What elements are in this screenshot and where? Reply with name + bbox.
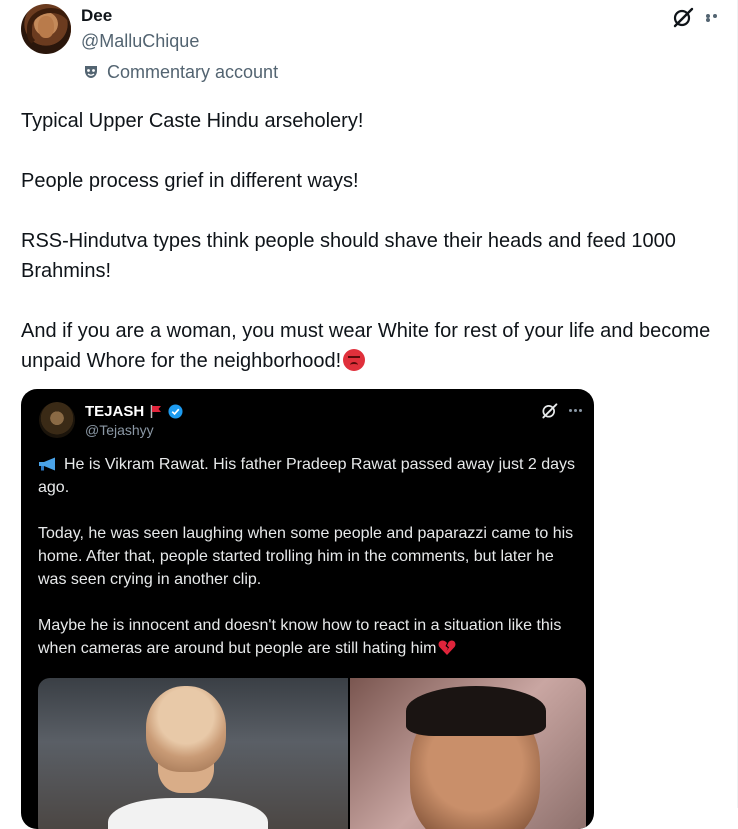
tweet-paragraph: People process grief in different ways! bbox=[21, 170, 359, 192]
mask-icon bbox=[85, 66, 97, 78]
embed-paragraph: Today, he was seen laughing when some pe… bbox=[38, 525, 574, 588]
account-label: Commentary account bbox=[83, 61, 278, 83]
red-flag-emoji bbox=[150, 405, 162, 418]
embed-more-icon bbox=[569, 409, 585, 413]
embed-grok-icon bbox=[542, 403, 558, 419]
embedded-tweet-image[interactable]: TEJASH @Tejashyy He is Vikram Rawat. His… bbox=[21, 389, 594, 829]
embed-paragraph: Maybe he is innocent and doesn't know ho… bbox=[38, 614, 578, 660]
embed-tweet-text: He is Vikram Rawat. His father Pradeep R… bbox=[38, 453, 578, 660]
verified-badge-icon bbox=[168, 404, 183, 419]
tweet-paragraph: RSS-Hindutva types think people should s… bbox=[21, 230, 676, 282]
grok-icon[interactable] bbox=[672, 6, 694, 28]
embed-author-row: TEJASH bbox=[85, 403, 183, 420]
author-handle[interactable]: @MalluChique bbox=[81, 31, 199, 52]
broken-heart-emoji bbox=[439, 640, 456, 655]
megaphone-emoji bbox=[39, 457, 55, 471]
embed-photo bbox=[38, 678, 586, 829]
photo-right-panel bbox=[350, 678, 586, 829]
tweet-paragraph: Typical Upper Caste Hindu arseholery! bbox=[21, 110, 364, 132]
embed-paragraph-text: Maybe he is innocent and doesn't know ho… bbox=[38, 617, 562, 657]
author-display-name[interactable]: Dee bbox=[81, 6, 112, 26]
tweet-paragraph-text: And if you are a woman, you must wear Wh… bbox=[21, 320, 711, 372]
embed-author-avatar bbox=[39, 402, 75, 438]
angry-face-emoji bbox=[343, 349, 366, 371]
more-icon[interactable] bbox=[706, 14, 726, 22]
tweet-text: Typical Upper Caste Hindu arseholery! Pe… bbox=[21, 106, 721, 376]
embed-author-handle: @Tejashyy bbox=[85, 422, 154, 438]
account-label-text: Commentary account bbox=[107, 61, 279, 82]
embed-paragraph-text: He is Vikram Rawat. His father Pradeep R… bbox=[38, 456, 576, 496]
photo-left-panel bbox=[38, 678, 348, 829]
embed-author-name: TEJASH bbox=[85, 403, 145, 420]
author-avatar[interactable] bbox=[21, 4, 71, 54]
embed-paragraph: He is Vikram Rawat. His father Pradeep R… bbox=[38, 453, 578, 499]
tweet-paragraph-last: And if you are a woman, you must wear Wh… bbox=[21, 316, 721, 376]
